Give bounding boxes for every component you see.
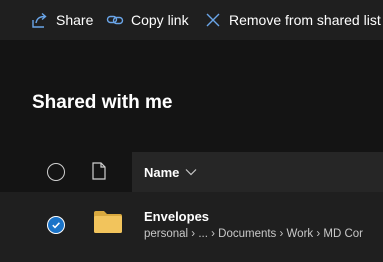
chevron-down-icon xyxy=(185,168,197,176)
folder-icon xyxy=(93,210,123,234)
command-bar: Share Copy link Remove from shared list xyxy=(0,0,383,40)
remove-from-shared-list-button[interactable]: Remove from shared list xyxy=(204,0,381,40)
share-icon xyxy=(31,11,49,29)
row-item-path: personal › ... › Documents › Work › MD C… xyxy=(144,228,363,240)
page-title: Shared with me xyxy=(32,92,173,113)
copy-link-label: Copy link xyxy=(131,12,189,28)
checkmark-icon xyxy=(52,222,60,229)
select-all-checkbox[interactable] xyxy=(47,163,65,181)
row-item-name[interactable]: Envelopes xyxy=(144,209,209,224)
link-icon xyxy=(106,11,124,29)
row-select-checkbox[interactable] xyxy=(47,216,65,234)
close-icon xyxy=(204,11,222,29)
share-label: Share xyxy=(56,12,94,28)
name-column-header[interactable]: Name xyxy=(132,152,383,192)
table-row[interactable]: Envelopes personal › ... › Documents › W… xyxy=(0,192,383,262)
copy-link-button[interactable]: Copy link xyxy=(106,0,189,40)
file-type-icon[interactable] xyxy=(92,162,106,180)
share-button[interactable]: Share xyxy=(31,0,93,40)
name-column-label: Name xyxy=(144,164,180,180)
main-content: Shared with me Name Envelopes personal ›… xyxy=(0,40,383,262)
remove-label: Remove from shared list xyxy=(229,12,381,28)
